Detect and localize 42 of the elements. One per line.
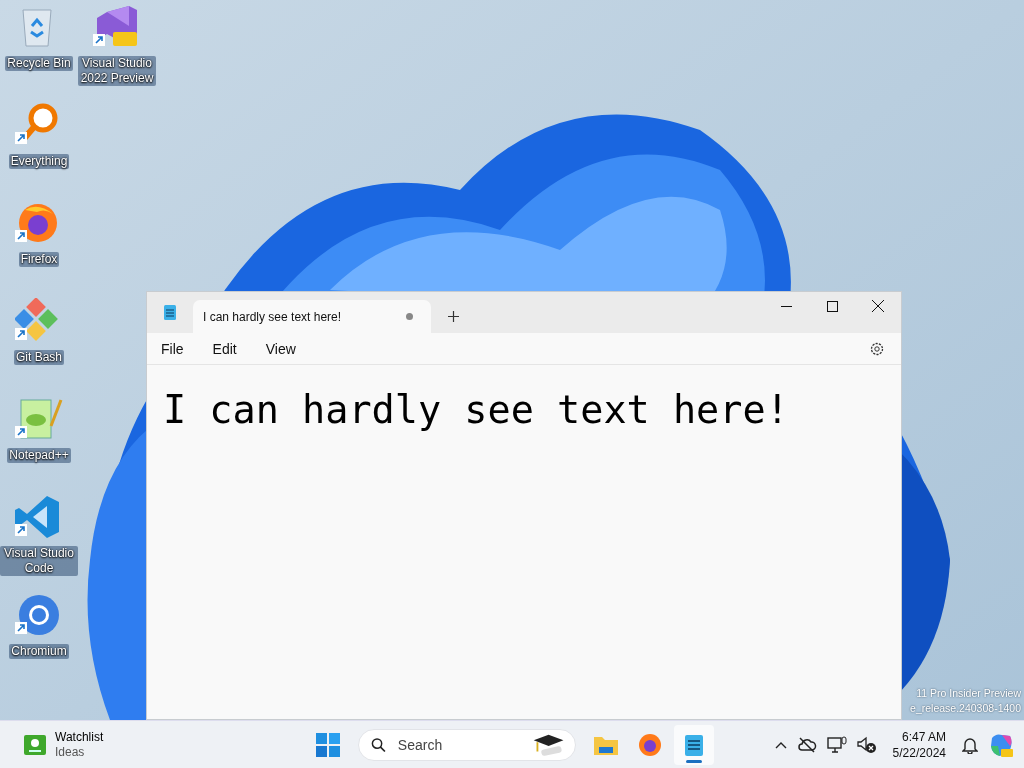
build-info-text: 11 Pro Insider Preview [915, 686, 1021, 701]
windows-logo-icon [316, 732, 340, 757]
search-box[interactable]: Search [358, 728, 576, 761]
copilot-icon[interactable] [988, 731, 1014, 758]
git-bash-icon [15, 298, 58, 341]
menu-item[interactable]: View [255, 336, 306, 361]
desktop-shortcut[interactable]: Recycle Bin [0, 4, 78, 102]
plus-icon [447, 311, 459, 322]
build-info-text: e_release.240308-1400 [910, 701, 1021, 716]
close-icon [872, 300, 884, 312]
taskbar-app-button[interactable] [674, 724, 714, 765]
vscode-icon [15, 496, 59, 538]
desktop-shortcut[interactable]: Chromium [0, 592, 78, 690]
notepad-icon [684, 732, 704, 757]
search-icon [371, 736, 386, 753]
menu-item[interactable]: Edit [202, 336, 247, 361]
chromium-icon [19, 595, 59, 635]
notepad-plus-plus-icon [20, 399, 63, 439]
visual-studio-icon [97, 6, 137, 46]
search-field[interactable]: Search [395, 735, 520, 754]
desktop-shortcut[interactable]: Everything [0, 102, 78, 200]
document-text: I can hardly see text here! [163, 387, 789, 432]
firefox-icon [638, 732, 662, 757]
bell-icon[interactable] [962, 735, 978, 754]
menu-item[interactable]: File [151, 336, 194, 361]
desktop-shortcut[interactable]: Notepad++ [0, 396, 78, 494]
cloud-off-icon[interactable] [796, 736, 817, 753]
firefox-icon [19, 204, 57, 242]
notepad-icon [163, 304, 177, 321]
document-tab[interactable]: I can hardly see text here! [193, 300, 431, 333]
chevron-up-icon[interactable] [774, 740, 787, 749]
speaker-muted-icon[interactable] [856, 735, 877, 754]
recycle-bin-icon [22, 9, 52, 47]
settings-icon [869, 340, 885, 357]
clock[interactable]: 6:47 AM 5/22/2024 [886, 727, 952, 762]
network-icon[interactable] [826, 735, 847, 754]
desktop-shortcut[interactable]: Git Bash [0, 298, 78, 396]
desktop-shortcut[interactable]: Firefox [0, 200, 78, 298]
maximize-icon [826, 300, 838, 312]
desktop-shortcut[interactable]: Visual Studio Code [0, 494, 78, 592]
desktop-shortcut[interactable]: Visual Studio 2022 Preview [78, 4, 156, 102]
widgets-button[interactable]: Watchlist Ideas [18, 728, 308, 761]
